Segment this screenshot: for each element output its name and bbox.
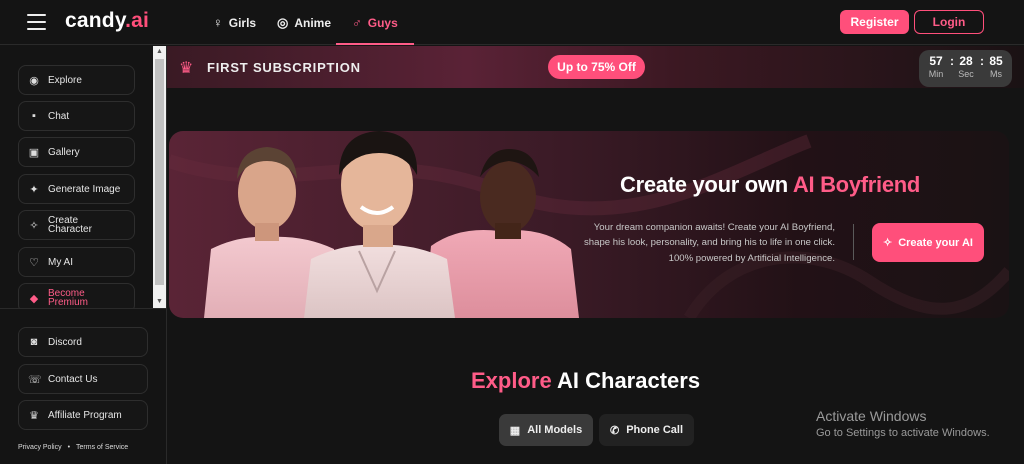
sidebar-item-contact-us[interactable]: ☏ Contact Us	[18, 364, 148, 394]
sidebar-item-gallery[interactable]: ▣ Gallery	[18, 137, 135, 167]
footer-separator: •	[67, 444, 71, 451]
scroll-up-arrow-icon[interactable]: ▲	[153, 46, 166, 58]
sidebar-scrollbar[interactable]: ▲ ▼	[153, 46, 166, 308]
hamburger-menu-icon[interactable]	[27, 14, 46, 30]
countdown-timer: 57 Min : 28 Sec : 85 Ms	[919, 50, 1012, 87]
timer-seconds-label: Sec	[958, 69, 974, 79]
sidebar-footer: Privacy Policy • Terms of Service	[18, 444, 128, 451]
create-your-ai-button[interactable]: ✧ Create your AI	[872, 223, 984, 262]
promo-banner[interactable]: ♛ FIRST SUBSCRIPTION Up to 75% Off 57 Mi…	[167, 46, 1024, 88]
sidebar-item-become-premium[interactable]: ◆ Become Premium	[18, 283, 135, 308]
compass-icon: ◉	[29, 74, 39, 87]
sidebar-item-create-character[interactable]: ✧ Create Character	[18, 210, 135, 240]
trophy-icon: ♛	[29, 409, 39, 422]
explore-heading: Explore AI Characters	[471, 368, 701, 393]
sidebar-item-chat[interactable]: ▪ Chat	[18, 101, 135, 131]
diamond-icon: ◆	[29, 292, 39, 305]
hero-divider	[853, 224, 854, 260]
timer-minutes: 57	[929, 54, 943, 68]
terms-of-service-link[interactable]: Terms of Service	[76, 444, 128, 451]
sidebar-item-my-ai[interactable]: ♡ My AI	[18, 247, 135, 277]
timer-minutes-label: Min	[928, 69, 944, 79]
contact-icon: ☏	[28, 373, 42, 386]
filter-phone-call[interactable]: ✆ Phone Call	[599, 414, 694, 446]
crown-icon: ♛	[179, 60, 194, 77]
timer-milliseconds-label: Ms	[990, 69, 1002, 79]
phone-icon: ✆	[609, 424, 620, 437]
grid-icon: ▦	[509, 424, 521, 437]
scroll-down-arrow-icon[interactable]: ▼	[153, 296, 166, 308]
scrollbar-thumb[interactable]	[155, 59, 164, 285]
male-icon: ♂	[352, 15, 362, 30]
top-navigation-bar: candy.ai ♀ Girls ◎ Anime ♂ Guys Register…	[0, 0, 1024, 45]
windows-activation-watermark: Activate Windows Go to Settings to activ…	[816, 408, 990, 439]
sidebar-scroll-area[interactable]: ◉ Explore ▪ Chat ▣ Gallery ✦ Generate Im…	[0, 46, 167, 308]
sidebar-item-discord[interactable]: ◙ Discord	[18, 327, 148, 357]
magic-wand-icon: ✧	[882, 237, 893, 249]
sidebar-item-generate-image[interactable]: ✦ Generate Image	[18, 174, 135, 204]
login-button[interactable]: Login	[914, 10, 984, 34]
filter-all-models[interactable]: ▦ All Models	[499, 414, 593, 446]
promo-title: FIRST SUBSCRIPTION	[207, 60, 361, 75]
tab-girls[interactable]: ♀ Girls	[213, 0, 256, 45]
logo[interactable]: candy.ai	[65, 9, 149, 33]
anime-icon: ◎	[277, 14, 289, 30]
chat-icon: ▪	[32, 110, 36, 122]
generate-image-icon: ✦	[29, 183, 39, 196]
hero-banner: Create your own AI Boyfriend Your dream …	[169, 131, 1009, 318]
wand-icon: ✧	[29, 219, 39, 232]
hero-title: Create your own AI Boyfriend	[620, 172, 921, 197]
sidebar-item-affiliate-program[interactable]: ♛ Affiliate Program	[18, 400, 148, 430]
sidebar-item-explore[interactable]: ◉ Explore	[18, 65, 135, 95]
sidebar-divider	[0, 308, 166, 309]
tab-anime[interactable]: ◎ Anime	[277, 0, 331, 45]
discord-icon: ◙	[30, 336, 38, 348]
discount-badge[interactable]: Up to 75% Off	[548, 55, 645, 79]
privacy-policy-link[interactable]: Privacy Policy	[18, 444, 62, 451]
female-icon: ♀	[213, 15, 223, 30]
hero-description: Your dream companion awaits! Create your…	[584, 222, 835, 264]
gallery-icon: ▣	[28, 146, 40, 159]
heart-icon: ♡	[29, 256, 39, 269]
register-button[interactable]: Register	[840, 10, 909, 34]
timer-milliseconds: 85	[989, 54, 1003, 68]
tab-guys[interactable]: ♂ Guys	[336, 0, 414, 45]
sidebar: ◉ Explore ▪ Chat ▣ Gallery ✦ Generate Im…	[0, 46, 167, 464]
timer-seconds: 28	[959, 54, 973, 68]
